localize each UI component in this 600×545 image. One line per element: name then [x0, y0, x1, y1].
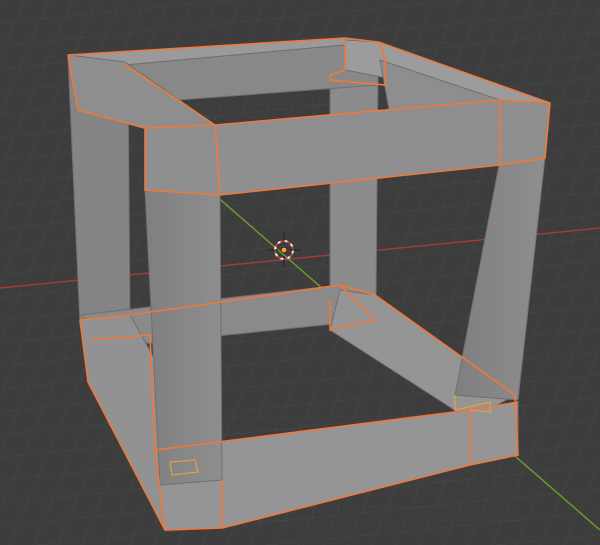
3d-viewport[interactable]	[0, 0, 600, 545]
object-origin-icon	[280, 246, 288, 254]
viewport-canvas[interactable]	[0, 0, 600, 545]
